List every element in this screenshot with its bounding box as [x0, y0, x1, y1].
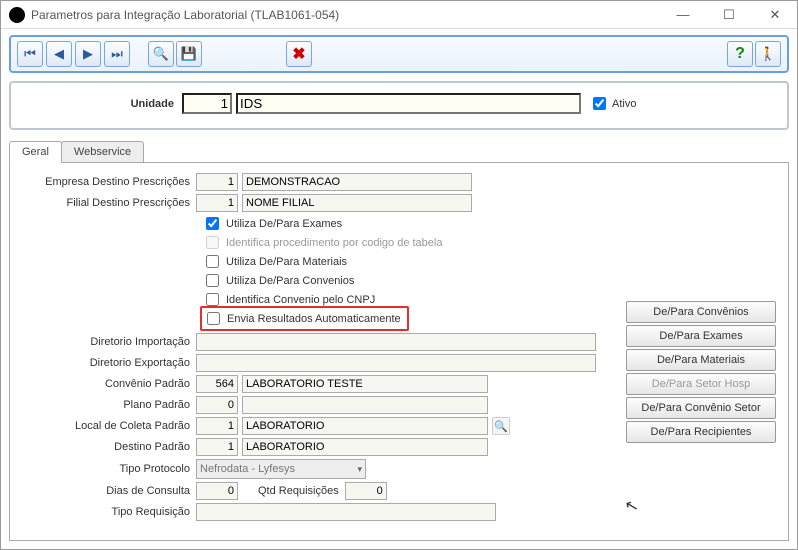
- help-button[interactable]: ?: [727, 41, 753, 67]
- window-title: Parametros para Integração Laboratorial …: [31, 8, 669, 22]
- last-record-button[interactable]: ⏭: [104, 41, 130, 67]
- local-search-icon[interactable]: 🔍: [492, 417, 510, 435]
- destino-code-input[interactable]: [196, 438, 238, 456]
- chk-depara-exames[interactable]: [206, 217, 219, 230]
- chk-depara-materiais[interactable]: [206, 255, 219, 268]
- dir-export-label: Diretorio Exportação: [18, 357, 196, 369]
- btn-depara-convenios[interactable]: De/Para Convênios: [626, 301, 776, 323]
- dir-import-label: Diretorio Importação: [18, 336, 196, 348]
- first-record-button[interactable]: ⏮: [17, 41, 43, 67]
- save-button[interactable]: 💾: [176, 41, 202, 67]
- chevron-down-icon: ▾: [357, 464, 362, 475]
- chk-depara-exames-label: Utiliza De/Para Exames: [226, 218, 342, 230]
- chk-depara-convenios-label: Utiliza De/Para Convenios: [226, 275, 354, 287]
- plano-label: Plano Padrão: [18, 399, 196, 411]
- toolbar: ⏮ ◀ ▶ ⏭ 🔍 💾 ✖ ? 🚶: [9, 35, 789, 73]
- app-icon: [9, 7, 25, 23]
- tab-geral[interactable]: Geral: [9, 141, 62, 163]
- chk-envia-auto-label: Envia Resultados Automaticamente: [227, 313, 401, 325]
- chk-envia-auto[interactable]: [207, 312, 220, 325]
- empresa-label: Empresa Destino Prescrições: [18, 176, 196, 188]
- window-main: Parametros para Integração Laboratorial …: [0, 0, 798, 550]
- delete-button[interactable]: ✖: [286, 41, 312, 67]
- next-record-button[interactable]: ▶: [75, 41, 101, 67]
- dias-consulta-input[interactable]: [196, 482, 238, 500]
- exit-button[interactable]: 🚶: [755, 41, 781, 67]
- local-code-input[interactable]: [196, 417, 238, 435]
- dir-import-input[interactable]: [196, 333, 596, 351]
- active-label: Ativo: [612, 98, 636, 110]
- qtd-req-label: Qtd Requisições: [258, 485, 339, 497]
- tipo-protocolo-label: Tipo Protocolo: [18, 463, 196, 475]
- close-button[interactable]: ✕: [761, 5, 789, 25]
- empresa-code-input[interactable]: [196, 173, 238, 191]
- plano-code-input[interactable]: [196, 396, 238, 414]
- dir-export-input[interactable]: [196, 354, 596, 372]
- search-button[interactable]: 🔍: [148, 41, 174, 67]
- convenio-code-input[interactable]: [196, 375, 238, 393]
- filial-label: Filial Destino Prescrições: [18, 197, 196, 209]
- btn-depara-materiais[interactable]: De/Para Materiais: [626, 349, 776, 371]
- chk-depara-convenios[interactable]: [206, 274, 219, 287]
- destino-desc-input[interactable]: [242, 438, 488, 456]
- filial-desc-input[interactable]: [242, 194, 472, 212]
- dias-consulta-label: Dias de Consulta: [18, 485, 196, 497]
- chk-ident-proc-label: Identifica procedimento por codigo de ta…: [226, 237, 442, 249]
- convenio-label: Convênio Padrão: [18, 378, 196, 390]
- empresa-desc-input[interactable]: [242, 173, 472, 191]
- chk-ident-cnpj-label: Identifica Convenio pelo CNPJ: [226, 294, 375, 306]
- filial-code-input[interactable]: [196, 194, 238, 212]
- unit-bar: Unidade Ativo: [9, 81, 789, 130]
- tipo-protocolo-dropdown[interactable]: Nefrodata - Lyfesys ▾: [196, 459, 366, 479]
- unit-label: Unidade: [17, 98, 182, 110]
- destino-label: Destino Padrão: [18, 441, 196, 453]
- highlight-envia-auto: Envia Resultados Automaticamente: [200, 306, 409, 331]
- btn-depara-exames[interactable]: De/Para Exames: [626, 325, 776, 347]
- unit-code-input[interactable]: [182, 93, 232, 114]
- active-checkbox[interactable]: [593, 97, 606, 110]
- tipo-protocolo-value: Nefrodata - Lyfesys: [200, 463, 295, 475]
- minimize-button[interactable]: —: [669, 5, 697, 25]
- chk-ident-cnpj[interactable]: [206, 293, 219, 306]
- maximize-button[interactable]: ☐: [715, 5, 743, 25]
- local-desc-input[interactable]: [242, 417, 488, 435]
- plano-desc-input[interactable]: [242, 396, 488, 414]
- unit-desc-input[interactable]: [236, 93, 581, 114]
- prev-record-button[interactable]: ◀: [46, 41, 72, 67]
- local-label: Local de Coleta Padrão: [18, 420, 196, 432]
- chk-ident-proc: [206, 236, 219, 249]
- qtd-req-input[interactable]: [345, 482, 387, 500]
- convenio-desc-input[interactable]: [242, 375, 488, 393]
- tipo-req-label: Tipo Requisição: [18, 506, 196, 518]
- tab-webservice[interactable]: Webservice: [61, 141, 144, 163]
- titlebar: Parametros para Integração Laboratorial …: [1, 1, 797, 29]
- btn-depara-convenio-setor[interactable]: De/Para Convênio Setor: [626, 397, 776, 419]
- tab-panel-geral: Empresa Destino Prescrições Filial Desti…: [9, 162, 789, 541]
- active-checkbox-label[interactable]: Ativo: [589, 94, 636, 113]
- chk-depara-materiais-label: Utiliza De/Para Materiais: [226, 256, 347, 268]
- tipo-req-input[interactable]: [196, 503, 496, 521]
- tab-strip: Geral Webservice: [9, 140, 789, 162]
- btn-depara-setor-hosp: De/Para Setor Hosp: [626, 373, 776, 395]
- btn-depara-recipientes[interactable]: De/Para Recipientes: [626, 421, 776, 443]
